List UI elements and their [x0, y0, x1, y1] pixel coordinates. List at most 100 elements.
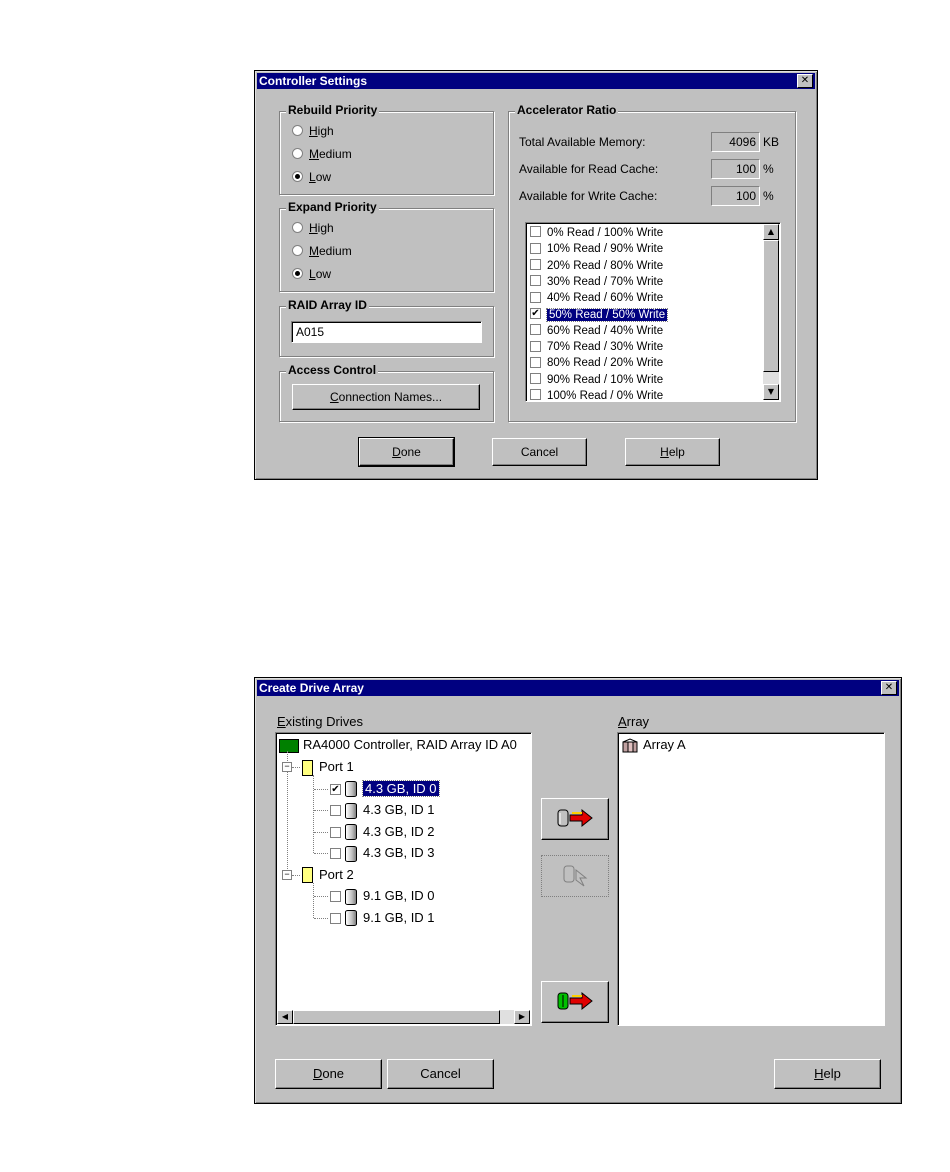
checkbox-icon[interactable]: [530, 242, 541, 254]
ratio-item[interactable]: 70% Read / 30% Write: [530, 339, 663, 355]
scroll-left-icon[interactable]: ◀: [277, 1010, 293, 1024]
label-rest: xisting Drives: [285, 714, 363, 729]
drive-node[interactable]: 9.1 GB, ID 0: [330, 886, 435, 906]
read-cache-unit: %: [763, 162, 774, 176]
ratio-item[interactable]: 20% Read / 80% Write: [530, 258, 663, 274]
collapse-icon[interactable]: −: [282, 869, 292, 880]
expand-high-radio[interactable]: High: [292, 220, 334, 236]
checkbox-icon[interactable]: [330, 826, 341, 838]
checkbox-checked-icon[interactable]: ✔: [530, 307, 541, 319]
expand-priority-group: Expand Priority High Medium Low: [279, 200, 494, 292]
drive-node[interactable]: ✔ 4.3 GB, ID 0: [330, 779, 440, 799]
raid-array-id-input[interactable]: A015: [291, 321, 482, 343]
port-label: Port 1: [319, 759, 354, 774]
help-button[interactable]: Help: [625, 438, 720, 466]
ratio-label: 70% Read / 30% Write: [547, 341, 664, 354]
label-rest: rray: [626, 714, 650, 729]
array-item[interactable]: Array A: [621, 735, 686, 755]
port-node[interactable]: Port 1: [302, 757, 354, 777]
checkbox-icon[interactable]: [530, 226, 541, 238]
existing-drives-label: Existing Drives: [277, 714, 363, 729]
checkbox-icon[interactable]: [530, 259, 541, 271]
ratio-item[interactable]: 80% Read / 20% Write: [530, 355, 663, 371]
ratio-item[interactable]: 100% Read / 0% Write: [530, 388, 663, 401]
ratio-scrollbar[interactable]: ▲ ▼: [763, 224, 779, 400]
label-rest: one: [322, 1066, 345, 1081]
checkbox-checked-icon[interactable]: ✔: [330, 783, 341, 795]
ratio-item[interactable]: 60% Read / 40% Write: [530, 323, 663, 339]
scroll-thumb[interactable]: [293, 1010, 500, 1024]
help-button[interactable]: Help: [774, 1059, 881, 1089]
ratio-item[interactable]: 10% Read / 90% Write: [530, 241, 663, 257]
group-title: Access Control: [286, 363, 379, 377]
rebuild-priority-group: Rebuild Priority High Medium Low: [279, 103, 494, 195]
done-button[interactable]: Done: [358, 437, 455, 467]
label-accel: H: [660, 445, 669, 459]
cancel-button[interactable]: Cancel: [492, 438, 587, 466]
controller-node[interactable]: RA4000 Controller, RAID Array ID A0: [279, 735, 517, 755]
label-accel: H: [814, 1066, 824, 1081]
checkbox-icon[interactable]: [330, 805, 341, 817]
remove-drive-icon: [563, 865, 588, 887]
controller-label: RA4000 Controller, RAID Array ID A0: [303, 737, 517, 752]
scroll-thumb[interactable]: [763, 240, 779, 372]
write-cache-unit: %: [763, 189, 774, 203]
ratio-label: 40% Read / 60% Write: [547, 292, 664, 305]
checkbox-icon[interactable]: [530, 291, 541, 303]
label-rest: elp: [823, 1066, 841, 1081]
label-rest: one: [400, 445, 421, 459]
label-rest: elp: [668, 445, 685, 459]
connection-names-button[interactable]: Connection Names...: [292, 384, 480, 410]
checkbox-icon[interactable]: [530, 389, 541, 401]
rebuild-high-radio[interactable]: High: [292, 123, 334, 139]
port-node[interactable]: Port 2: [302, 865, 354, 885]
checkbox-icon[interactable]: [330, 891, 341, 903]
ratio-item[interactable]: 90% Read / 10% Write: [530, 372, 663, 388]
total-memory-unit: KB: [763, 135, 780, 149]
add-drive-button[interactable]: [541, 798, 609, 840]
existing-drives-tree[interactable]: RA4000 Controller, RAID Array ID A0 − Por…: [275, 732, 532, 1026]
scroll-down-icon[interactable]: ▼: [763, 384, 779, 400]
expand-low-radio[interactable]: Low: [292, 266, 331, 282]
tree-line: [314, 788, 328, 790]
array-list[interactable]: Array A: [617, 732, 885, 1026]
scroll-right-icon[interactable]: ▶: [514, 1010, 530, 1024]
scroll-up-icon[interactable]: ▲: [763, 224, 779, 240]
drive-label: 4.3 GB, ID 3: [363, 845, 435, 860]
create-array-button[interactable]: [541, 981, 609, 1023]
checkbox-icon[interactable]: [530, 275, 541, 287]
collapse-icon[interactable]: −: [282, 762, 292, 772]
drive-node[interactable]: 4.3 GB, ID 1: [330, 800, 435, 820]
drive-node[interactable]: 9.1 GB, ID 1: [330, 908, 435, 928]
ratio-item[interactable]: ✔ 50% Read / 50% Write: [530, 307, 669, 323]
done-button[interactable]: Done: [275, 1059, 382, 1089]
cancel-button[interactable]: Cancel: [387, 1059, 494, 1089]
label-accel: D: [392, 445, 401, 459]
ratio-label: 60% Read / 40% Write: [547, 324, 664, 337]
remove-drive-button[interactable]: [541, 855, 609, 897]
ratio-item[interactable]: 30% Read / 70% Write: [530, 274, 663, 290]
checkbox-icon[interactable]: [330, 912, 341, 924]
port-icon: [302, 759, 313, 776]
label-rest: ow: [315, 267, 332, 281]
checkbox-icon[interactable]: [530, 373, 541, 385]
drive-node[interactable]: 4.3 GB, ID 3: [330, 843, 435, 863]
dialog-title: Create Drive Array: [259, 681, 364, 695]
checkbox-icon[interactable]: [530, 324, 541, 336]
rebuild-medium-radio[interactable]: Medium: [292, 146, 352, 162]
ratio-label: 30% Read / 70% Write: [547, 275, 664, 288]
ratio-item[interactable]: 0% Read / 100% Write: [530, 225, 663, 241]
tree-line: [292, 874, 300, 876]
checkbox-icon[interactable]: [530, 340, 541, 352]
close-icon[interactable]: ✕: [797, 74, 813, 88]
tree-hscrollbar[interactable]: ◀ ▶: [277, 1010, 530, 1024]
checkbox-icon[interactable]: [330, 848, 341, 860]
rebuild-low-radio[interactable]: Low: [292, 169, 331, 185]
close-icon[interactable]: ✕: [881, 681, 897, 695]
ratio-item[interactable]: 40% Read / 60% Write: [530, 290, 663, 306]
ratio-listbox[interactable]: 0% Read / 100% Write 10% Read / 90% Write…: [525, 222, 781, 402]
checkbox-icon[interactable]: [530, 356, 541, 368]
drive-node[interactable]: 4.3 GB, ID 2: [330, 822, 435, 842]
group-title: Accelerator Ratio: [515, 103, 619, 117]
expand-medium-radio[interactable]: Medium: [292, 243, 352, 259]
